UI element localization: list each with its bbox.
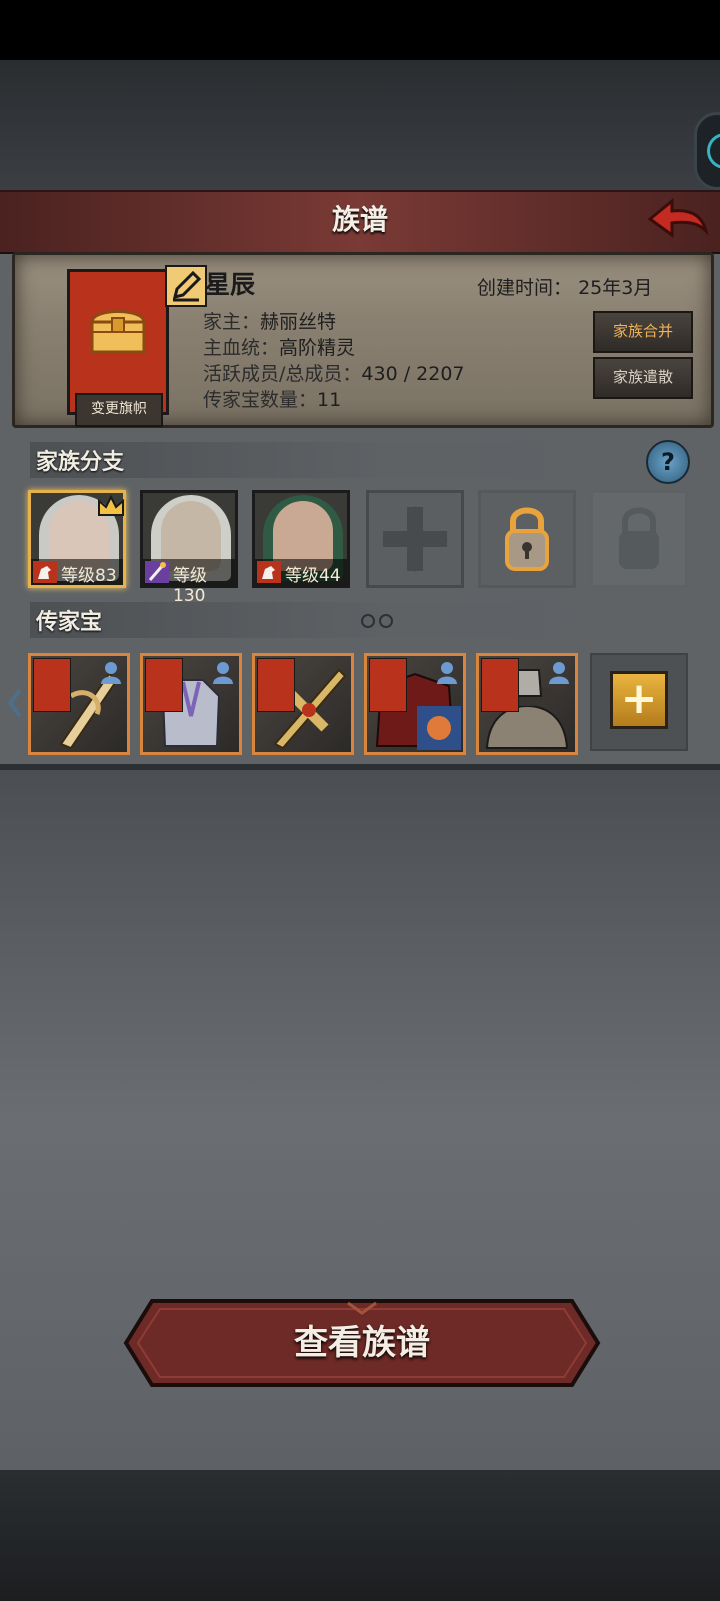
banner-flag (369, 658, 407, 712)
heirlooms-header: 传家宝 (30, 602, 630, 638)
heirloom-slot-3[interactable] (252, 653, 354, 755)
created-date: 创建时间： 25年3月 (477, 273, 652, 300)
golden-lock-icon (505, 507, 549, 571)
leader-line: 家主：赫丽丝特 (203, 307, 336, 334)
banner-flag (33, 658, 71, 712)
banner-flag (481, 658, 519, 712)
person-icon (101, 662, 121, 684)
side-ring-widget[interactable] (694, 112, 720, 190)
leader-value: 赫丽丝特 (260, 311, 337, 333)
branch-member-1[interactable]: 等级83 (28, 490, 126, 588)
created-value: 25年3月 (578, 277, 653, 299)
leader-label: 家主： (203, 311, 261, 333)
branch-locked-slot (590, 490, 688, 588)
person-icon (437, 662, 457, 684)
bloodline-value: 高阶精灵 (279, 337, 356, 359)
branch-unlockable-slot[interactable] (478, 490, 576, 588)
background-bottom (0, 1470, 720, 1601)
heirloom-slot-2[interactable] (140, 653, 242, 755)
member-level-badge: 等级83 (31, 559, 123, 586)
change-banner-button[interactable]: 变更旗帜 (75, 393, 163, 427)
background-upper (0, 60, 720, 190)
member-level-text: 等级83 (61, 566, 117, 586)
branch-empty-slot[interactable] (366, 490, 464, 588)
member-level-text: 等级130 (173, 566, 207, 606)
view-family-tree-label: 查看族谱 (294, 1323, 430, 1363)
created-label: 创建时间： (477, 277, 573, 299)
add-heirloom-button[interactable]: + (610, 671, 668, 729)
view-family-tree-button[interactable]: 查看族谱 (122, 1297, 602, 1389)
clan-name: 星辰 (205, 270, 256, 299)
branches-header: 家族分支 (30, 442, 630, 478)
add-heirloom-slot: + (590, 653, 688, 751)
horse-class-icon (33, 561, 57, 583)
member-level-badge: 等级130 (143, 559, 235, 606)
edit-name-icon[interactable] (165, 265, 207, 307)
members-line: 活跃成员/总成员：430 / 2207 (203, 359, 465, 386)
bloodline-label: 主血统： (203, 337, 280, 359)
member-level-text: 等级44 (285, 566, 341, 586)
title-bar: 族谱 (0, 190, 720, 254)
heirloom-count-label: 传家宝数量： (203, 389, 318, 411)
banner-flag (257, 658, 295, 712)
heirloom-count-value: 11 (317, 389, 342, 411)
treasure-chest-icon (90, 310, 146, 354)
chevron-left-icon[interactable] (6, 688, 24, 718)
status-bar (0, 0, 720, 60)
heirloom-slot-5[interactable] (476, 653, 578, 755)
person-icon (213, 662, 233, 684)
banner-flag (145, 658, 183, 712)
clan-merge-button[interactable]: 家族合并 (593, 311, 693, 353)
staff-class-icon (145, 561, 169, 583)
members-value: 430 / 2207 (361, 363, 465, 385)
cross-emblem-icon (382, 506, 448, 572)
bloodline-line: 主血统：高阶精灵 (203, 333, 355, 360)
help-icon[interactable]: ? (646, 440, 690, 484)
person-icon (549, 662, 569, 684)
clan-info-card: 变更旗帜 星辰 创建时间： 25年3月 家主：赫丽丝特 主血统：高阶精灵 活跃成… (12, 252, 714, 428)
lock-icon (619, 507, 659, 569)
heirlooms-title: 传家宝 (36, 610, 103, 635)
loading-dots-icon (361, 614, 393, 628)
back-arrow-icon[interactable] (646, 197, 710, 243)
branches-title: 家族分支 (36, 450, 125, 475)
heirloom-count-line: 传家宝数量：11 (203, 385, 341, 412)
page-title: 族谱 (331, 203, 388, 236)
member-level-badge: 等级44 (255, 559, 347, 586)
clan-disband-button[interactable]: 家族遣散 (593, 357, 693, 399)
crown-icon (98, 495, 124, 516)
members-label: 活跃成员/总成员： (203, 363, 362, 385)
horse-class-icon (257, 561, 281, 583)
branch-member-2[interactable]: 等级130 (140, 490, 238, 606)
branch-member-3[interactable]: 等级44 (252, 490, 350, 588)
heirloom-slot-4[interactable] (364, 653, 466, 755)
heirloom-slot-1[interactable] (28, 653, 130, 755)
